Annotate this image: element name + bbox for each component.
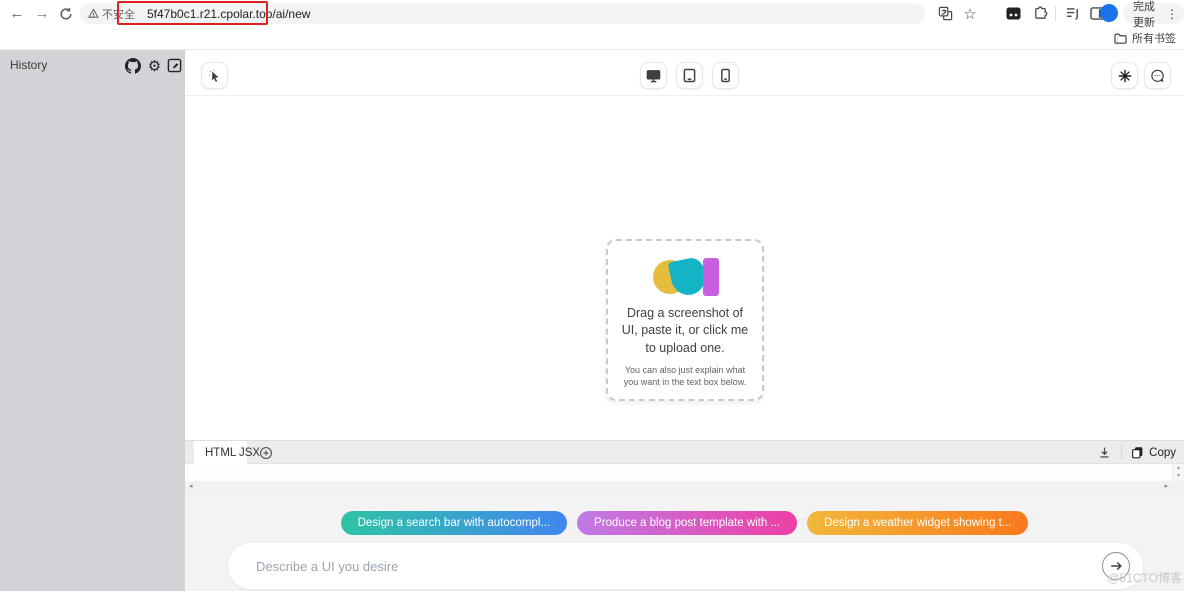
suggestion-pill[interactable]: Design a search bar with autocompl... xyxy=(340,511,568,535)
app-logo xyxy=(653,255,719,299)
github-icon[interactable] xyxy=(124,57,141,74)
desktop-preview-button[interactable] xyxy=(640,62,667,89)
bookmarks-bar: 所有书签 xyxy=(0,27,1184,49)
vertical-scrollbar[interactable]: ▴ ▾ xyxy=(1172,464,1184,481)
sidebar-title: History xyxy=(10,58,48,72)
watermark: @51CTO博客 xyxy=(1107,571,1182,585)
tablet-preview-button[interactable] xyxy=(676,62,703,89)
magic-sparkle-button[interactable] xyxy=(1111,62,1138,89)
all-bookmarks-label: 所有书签 xyxy=(1132,33,1176,45)
prompt-section: Design a search bar with autocompl... Pro… xyxy=(185,491,1184,591)
scroll-right-icon[interactable]: ▸ xyxy=(1164,482,1168,490)
url-text[interactable]: 5f47b0c1.r21.cpolar.top/ai/new xyxy=(147,7,310,21)
update-label: 完成更新 xyxy=(1133,0,1155,29)
profile-avatar[interactable] xyxy=(1100,4,1118,22)
history-sidebar: History ⚙ xyxy=(0,50,185,591)
logo-magenta-rect xyxy=(703,258,719,296)
code-panel-header: HTML JSX Copy xyxy=(185,440,1184,464)
horizontal-scrollbar[interactable]: ◂ ▸ xyxy=(185,481,1184,491)
all-bookmarks-button[interactable]: 所有书签 xyxy=(1114,30,1176,46)
code-editor[interactable]: ▴ ▾ xyxy=(185,464,1184,481)
copy-icon xyxy=(1132,447,1143,459)
design-canvas: Drag a screenshot of UI, paste it, or cl… xyxy=(185,97,1184,440)
chrome-menu-icon[interactable]: ⋮ xyxy=(1166,7,1178,21)
screen: ← → 不安全 5f47b0c1.r21.cpolar.top/ai/new ☆ xyxy=(0,0,1184,591)
suggestion-pill[interactable]: Design a weather widget showing t... xyxy=(807,511,1029,535)
add-tab-icon[interactable] xyxy=(258,445,274,461)
back-icon[interactable]: ← xyxy=(6,0,28,27)
security-label: 不安全 xyxy=(102,8,135,21)
toolbar-separator xyxy=(1055,6,1056,21)
browser-chrome: ← → 不安全 5f47b0c1.r21.cpolar.top/ai/new ☆ xyxy=(0,0,1184,50)
security-chip[interactable]: 不安全 xyxy=(88,6,135,22)
suggestion-pill[interactable]: Produce a blog post template with ... xyxy=(577,511,798,535)
upload-title: Drag a screenshot of UI, paste it, or cl… xyxy=(621,306,749,355)
reading-list-icon[interactable] xyxy=(1063,4,1083,23)
actions-separator xyxy=(1121,445,1123,460)
reload-icon[interactable] xyxy=(55,0,77,27)
extensions-puzzle-icon[interactable] xyxy=(1030,4,1050,23)
folder-icon xyxy=(1114,33,1127,44)
translate-icon[interactable] xyxy=(935,4,955,23)
upload-subtitle: You can also just explain what you want … xyxy=(623,364,747,387)
sidebar-header: History ⚙ xyxy=(0,50,185,84)
scroll-left-icon[interactable]: ◂ xyxy=(189,482,193,490)
chat-button[interactable] xyxy=(1144,62,1171,89)
settings-gear-icon[interactable]: ⚙ xyxy=(146,57,163,75)
main-area: Drag a screenshot of UI, paste it, or cl… xyxy=(185,50,1184,591)
address-bar[interactable]: 不安全 5f47b0c1.r21.cpolar.top/ai/new xyxy=(80,3,925,24)
suggestion-row: Design a search bar with autocompl... Pro… xyxy=(185,511,1184,535)
warning-icon xyxy=(88,8,99,18)
mobile-preview-button[interactable] xyxy=(712,62,739,89)
code-actions: Copy xyxy=(1096,441,1176,464)
copy-button[interactable]: Copy xyxy=(1131,446,1176,459)
ai-select-cursor-button[interactable] xyxy=(201,62,228,89)
browser-toolbar: ← → 不安全 5f47b0c1.r21.cpolar.top/ai/new ☆ xyxy=(0,0,1184,29)
upload-dropzone[interactable]: Drag a screenshot of UI, paste it, or cl… xyxy=(606,239,764,401)
update-button[interactable]: 完成更新 ⋮ xyxy=(1123,1,1184,29)
forward-icon[interactable]: → xyxy=(31,0,53,27)
new-session-icon[interactable] xyxy=(166,57,183,74)
extension-dark-icon[interactable] xyxy=(1003,4,1023,23)
bookmark-star-icon[interactable]: ☆ xyxy=(960,4,980,23)
prompt-input[interactable] xyxy=(256,543,1096,589)
canvas-toolbar xyxy=(185,50,1184,96)
download-icon[interactable] xyxy=(1096,445,1112,461)
prompt-bar xyxy=(228,543,1143,589)
copy-label: Copy xyxy=(1149,446,1176,459)
device-preview-group xyxy=(640,62,739,89)
